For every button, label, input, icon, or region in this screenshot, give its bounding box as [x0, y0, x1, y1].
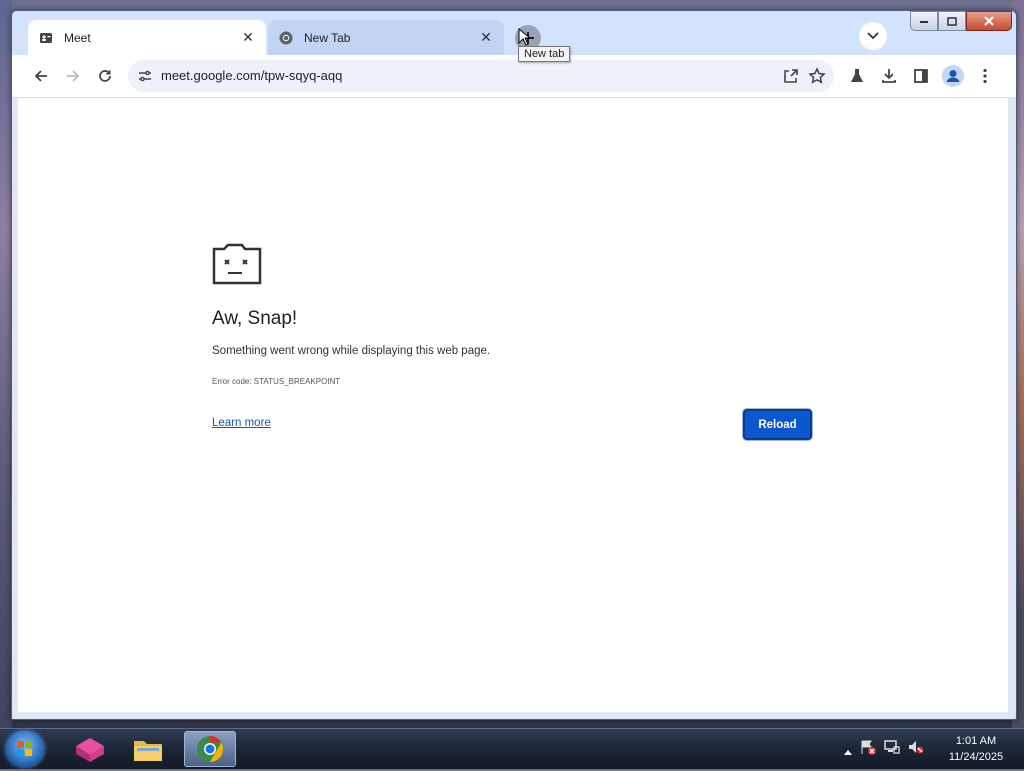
clock-date: 11/24/2025	[948, 751, 1004, 763]
labs-button[interactable]	[844, 63, 870, 89]
folder-icon	[134, 741, 162, 761]
avatar-icon	[942, 65, 964, 87]
clock-time: 1:01 AM	[955, 735, 997, 747]
app-box-icon	[76, 738, 104, 762]
tab-strip: Meet ✕ New Tab ✕	[12, 11, 1016, 55]
back-button[interactable]	[28, 63, 54, 89]
minimize-button[interactable]	[910, 11, 938, 31]
profile-button[interactable]	[940, 63, 966, 89]
downloads-button[interactable]	[876, 63, 902, 89]
restore-icon	[947, 16, 957, 26]
address-bar[interactable]: meet.google.com/tpw-sqyq-aqq	[128, 60, 834, 92]
close-tab-icon[interactable]: ✕	[478, 30, 494, 46]
browser-toolbar: meet.google.com/tpw-sqyq-aqq	[12, 55, 1016, 98]
tab-search-button[interactable]	[859, 22, 887, 50]
volume-muted-icon[interactable]	[908, 739, 924, 759]
close-tab-icon[interactable]: ✕	[240, 30, 256, 46]
maximize-button[interactable]	[938, 11, 966, 31]
tab-title: New Tab	[304, 30, 351, 45]
side-panel-button[interactable]	[908, 63, 934, 89]
chrome-icon	[197, 735, 224, 763]
close-window-button[interactable]	[966, 11, 1012, 31]
start-button[interactable]	[6, 731, 44, 767]
mouse-cursor-icon	[518, 27, 532, 50]
taskbar: 1:01 AM 11/24/2025	[0, 728, 1024, 769]
close-icon	[984, 16, 994, 26]
forward-button[interactable]	[60, 63, 86, 89]
show-hidden-icons-icon[interactable]	[844, 740, 852, 759]
browser-window: Meet ✕ New Tab ✕ meet.google.com/tpw-sqy…	[11, 10, 1017, 720]
site-info-icon[interactable]	[138, 68, 152, 87]
url-text: meet.google.com/tpw-sqyq-aqq	[161, 68, 343, 83]
error-message: Something went wrong while displaying th…	[212, 345, 491, 357]
reload-button[interactable]	[92, 63, 118, 89]
download-icon	[882, 69, 896, 83]
reload-icon	[99, 70, 111, 82]
learn-more-link[interactable]: Learn more	[212, 417, 271, 429]
action-center-flag-icon[interactable]	[860, 739, 876, 759]
network-icon[interactable]	[884, 739, 900, 759]
arrow-right-icon	[67, 70, 80, 82]
side-panel-icon	[914, 69, 928, 83]
sad-tab-icon	[212, 243, 262, 289]
kebab-menu-icon	[983, 68, 987, 84]
taskbar-clock[interactable]: 1:01 AM 11/24/2025	[936, 733, 1016, 765]
tab-title: Meet	[64, 30, 91, 45]
share-icon[interactable]	[783, 68, 799, 88]
flask-icon	[851, 69, 863, 82]
arrow-left-icon	[34, 70, 47, 82]
bookmark-star-icon[interactable]	[808, 67, 826, 89]
window-controls	[910, 11, 1012, 31]
chrome-favicon-icon	[278, 30, 294, 46]
menu-button[interactable]	[972, 63, 998, 89]
minimize-icon	[920, 21, 928, 23]
meet-favicon-icon	[38, 30, 54, 46]
taskbar-chrome[interactable]	[184, 731, 236, 767]
reload-page-button[interactable]: Reload	[743, 409, 812, 440]
chevron-down-icon	[867, 32, 879, 40]
taskbar-file-explorer[interactable]	[122, 731, 174, 767]
system-tray	[844, 739, 924, 759]
error-code: Error code: STATUS_BREAKPOINT	[212, 377, 341, 386]
error-title: Aw, Snap!	[212, 308, 298, 329]
tab-meet[interactable]: Meet ✕	[28, 20, 266, 55]
tab-new-tab[interactable]: New Tab ✕	[268, 20, 504, 55]
taskbar-app-pink[interactable]	[64, 731, 116, 767]
windows-logo-icon	[17, 741, 32, 756]
page-content: Aw, Snap! Something went wrong while dis…	[18, 98, 1008, 712]
